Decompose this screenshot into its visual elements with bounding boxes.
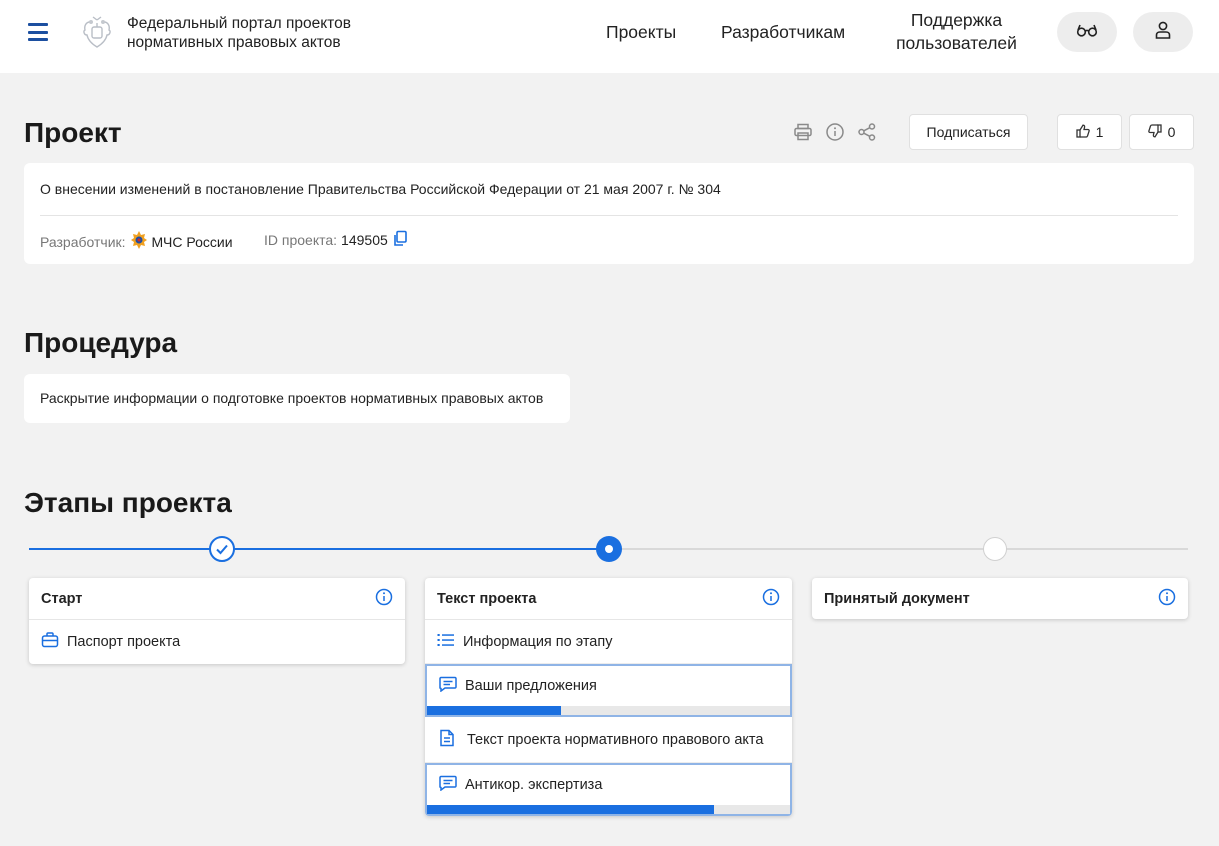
nav-developers[interactable]: Разработчикам: [721, 21, 845, 44]
like-count: 1: [1095, 124, 1104, 140]
list-icon: [437, 632, 455, 652]
print-icon[interactable]: [792, 121, 814, 143]
proposals-progress-fill: [427, 706, 562, 715]
stage-done-check-icon: [209, 536, 235, 562]
stage-title: Текст проекта: [437, 590, 537, 607]
anticorruption-progress-bar: [427, 805, 790, 814]
stage-row-label: Ваши предложения: [465, 678, 597, 694]
timeline-pending-line: [609, 548, 1188, 550]
proposals-progress-bar: [427, 706, 790, 715]
stage-row-your-proposals[interactable]: Ваши предложения: [425, 664, 792, 717]
subscribe-button[interactable]: Подписаться: [909, 114, 1028, 150]
stage-card-project-text: Текст проекта Информация по этапу Ваши п…: [425, 578, 792, 816]
stage-header: Принятый документ: [812, 578, 1188, 619]
stage-card-start: Старт Паспорт проекта: [29, 578, 405, 664]
stage-row-draft-text[interactable]: Текст проекта нормативного правового акт…: [425, 717, 792, 763]
glasses-icon: [1076, 23, 1098, 42]
stage-row-label: Паспорт проекта: [67, 634, 181, 650]
comment-icon: [439, 676, 457, 696]
procedure-card: Раскрытие информации о подготовке проект…: [24, 374, 570, 423]
project-id-label: ID проекта:: [264, 232, 338, 248]
developer-label: Разработчик:: [40, 233, 126, 250]
accessibility-button[interactable]: [1057, 12, 1117, 52]
mchs-emblem-icon: [130, 230, 148, 253]
timeline-progress-line: [29, 548, 609, 550]
thumbs-up-icon: [1075, 124, 1090, 141]
project-id-info: ID проекта: 149505: [264, 230, 408, 250]
stage-row-anticorruption[interactable]: Антикор. экспертиза: [425, 763, 792, 816]
document-icon: [437, 729, 455, 751]
stages-heading: Этапы проекта: [24, 487, 232, 518]
nav-support[interactable]: Поддержка пользователей: [892, 9, 1021, 55]
info-icon[interactable]: [375, 588, 393, 610]
comment-icon: [439, 775, 457, 795]
stage-title: Принятый документ: [824, 590, 970, 607]
nav-projects[interactable]: Проекты: [606, 21, 676, 44]
menu-icon[interactable]: [28, 23, 48, 41]
stage-header: Текст проекта: [425, 578, 792, 620]
anticorruption-progress-fill: [427, 805, 714, 814]
project-card: О внесении изменений в постановление Пра…: [24, 163, 1194, 264]
nav-support-line1: Поддержка: [910, 10, 1003, 30]
info-icon[interactable]: [1158, 588, 1176, 610]
stage-header: Старт: [29, 578, 405, 620]
thumbs-down-icon: [1147, 123, 1162, 141]
stage-pending-circle-icon: [983, 537, 1007, 561]
stage-card-adopted-document: Принятый документ: [812, 578, 1188, 619]
portal-title-line1: Федеральный портал проектов: [127, 15, 351, 32]
stage-title: Старт: [41, 590, 83, 607]
project-id-value: 149505: [341, 232, 388, 248]
portal-title[interactable]: Федеральный портал проектов нормативных …: [127, 14, 351, 52]
project-description: О внесении изменений в постановление Пра…: [40, 181, 721, 197]
info-icon[interactable]: [824, 121, 846, 143]
info-icon[interactable]: [762, 588, 780, 610]
developer-info: Разработчик: МЧС России: [40, 230, 233, 253]
stage-row-label: Антикор. экспертиза: [465, 777, 603, 793]
stage-current-dot-icon: [596, 536, 622, 562]
stage-row-label: Текст проекта нормативного правового акт…: [467, 731, 764, 748]
top-header: Федеральный портал проектов нормативных …: [0, 0, 1219, 73]
nav-support-line2: пользователей: [896, 33, 1017, 53]
developer-value[interactable]: МЧС России: [152, 234, 233, 250]
stage-row-passport[interactable]: Паспорт проекта: [29, 620, 405, 664]
divider: [40, 215, 1178, 216]
copy-icon[interactable]: [392, 230, 408, 250]
briefcase-icon: [41, 631, 59, 653]
dislike-count: 0: [1167, 124, 1176, 140]
dislike-button[interactable]: 0: [1129, 114, 1194, 150]
user-account-button[interactable]: [1133, 12, 1193, 52]
portal-title-line2: нормативных правовых актов: [127, 34, 341, 51]
coat-of-arms-icon[interactable]: [80, 14, 114, 50]
share-icon[interactable]: [856, 121, 878, 143]
procedure-text: Раскрытие информации о подготовке проект…: [40, 390, 544, 406]
like-button[interactable]: 1: [1057, 114, 1122, 150]
stage-row-stage-info[interactable]: Информация по этапу: [425, 620, 792, 664]
stage-row-label: Информация по этапу: [463, 633, 613, 650]
project-heading: Проект: [24, 117, 122, 148]
user-icon: [1155, 21, 1171, 44]
procedure-heading: Процедура: [24, 327, 178, 358]
